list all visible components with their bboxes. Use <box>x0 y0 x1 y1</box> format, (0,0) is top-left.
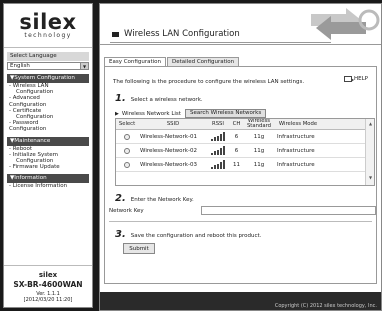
maintenance-group: ▼Maintenance - Reboot - Initialize Syste… <box>7 136 89 171</box>
col-ssid: SSID <box>166 120 180 127</box>
step-3-text: Save the configuration and reboot this p… <box>130 233 262 239</box>
ssid-cell: Wireless-Network-01 <box>140 133 197 140</box>
network-list-label: Wireless Network List <box>121 110 181 117</box>
step-3: 3. Save the configuration and reboot thi… <box>115 229 261 240</box>
network-table-header: Select SSID RSSI CH Wireless Standard Wi… <box>116 119 374 130</box>
step-2: 2. Enter the Network Key. <box>115 193 194 204</box>
submit-button[interactable]: Submit <box>123 243 155 254</box>
easy-config-panel: The following is the procedure to config… <box>104 66 377 284</box>
mode-cell: Infrastructure <box>277 147 315 154</box>
page-title: Wireless LAN Configuration <box>112 29 240 39</box>
firmware-version: Ver. 1.1.1 [2012/03/20 11:20] <box>4 291 92 303</box>
scroll-down-icon[interactable]: ▼ <box>366 173 374 181</box>
table-row[interactable]: Wireless-Network-01 6 11g Infrastructure <box>116 130 374 144</box>
network-key-label: Network Key <box>109 208 144 214</box>
table-row[interactable]: Wireless-Network-03 11 11g Infrastructur… <box>116 158 374 172</box>
language-label: Select Language <box>7 52 89 61</box>
channel-cell: 6 <box>234 133 239 140</box>
step-1-number: 1. <box>115 93 126 104</box>
help-icon[interactable] <box>344 76 354 82</box>
channel-cell: 11 <box>233 161 240 168</box>
system-config-group: ▼System Configuration - Wireless LAN Con… <box>7 74 89 133</box>
mode-cell: Infrastructure <box>277 133 315 140</box>
network-list-toolbar: ▶ Wireless Network List Search Wireless … <box>115 109 267 118</box>
footer: Copyright (C) 2012 silex technology, Inc… <box>100 292 381 310</box>
language-group: Select Language English ▼ <box>7 52 89 70</box>
network-table: Select SSID RSSI CH Wireless Standard Wi… <box>115 118 375 186</box>
step-2-text: Enter the Network Key. <box>130 197 194 203</box>
ssid-cell: Wireless-Network-02 <box>140 147 197 154</box>
copyright-text: Copyright (C) 2012 silex technology, Inc… <box>274 303 377 309</box>
chevron-down-icon[interactable]: ▼ <box>81 62 89 70</box>
search-networks-button[interactable]: Search Wireless Networks <box>184 109 267 118</box>
section-divider <box>109 221 372 222</box>
information-header[interactable]: ▼Information <box>7 174 89 184</box>
network-radio[interactable] <box>124 133 130 140</box>
page-title-text: Wireless LAN Configuration <box>124 29 240 39</box>
mode-cell: Infrastructure <box>277 161 315 168</box>
title-bullet-icon <box>114 31 119 37</box>
model-name: SX-BR-4600WAN <box>13 280 83 289</box>
step-1: 1. Select a wireless network. <box>115 93 203 104</box>
step-1-text: Select a wireless network. <box>130 97 203 103</box>
model-info: silex SX-BR-4600WAN Ver. 1.1.1 [2012/03/… <box>4 265 92 307</box>
language-select-value[interactable]: English <box>7 62 81 70</box>
signal-strength-icon <box>210 132 226 141</box>
scroll-up-icon[interactable]: ▲ <box>366 119 374 127</box>
network-key-input[interactable] <box>201 206 376 215</box>
sidebar: silex technology Select Language English… <box>3 3 93 308</box>
maintenance-header[interactable]: ▼Maintenance <box>7 136 89 146</box>
version-line2: [2012/03/20 11:20] <box>23 296 73 303</box>
help-link[interactable]: HELP <box>344 76 368 82</box>
table-scrollbar[interactable]: ▲ ▼ <box>365 119 374 185</box>
information-group: ▼Information - License Information <box>7 174 89 189</box>
col-standard: Wireless Standard <box>246 118 272 129</box>
system-config-header[interactable]: ▼System Configuration <box>7 74 89 83</box>
col-select: Select <box>118 120 136 127</box>
main-panel: Wireless LAN Configuration Easy Configur… <box>99 3 382 311</box>
network-radio[interactable] <box>124 147 130 154</box>
logo-word: silex <box>19 10 77 34</box>
logo-tagline: technology <box>24 32 72 39</box>
signal-strength-icon <box>210 146 226 155</box>
sidebar-item-firmware[interactable]: - Firmware Update <box>7 164 89 170</box>
network-radio[interactable] <box>124 161 130 168</box>
model-brand: silex <box>38 271 58 279</box>
standard-cell: 11g <box>253 161 265 168</box>
table-row[interactable]: Wireless-Network-02 6 11g Infrastructure <box>116 144 374 158</box>
banner-arrows-graphic <box>311 8 380 40</box>
triangle-right-icon: ▶ <box>115 110 119 117</box>
col-ch: CH <box>232 120 241 127</box>
ssid-cell: Wireless-Network-03 <box>140 161 197 168</box>
signal-strength-icon <box>210 160 226 169</box>
language-select[interactable]: English ▼ <box>7 62 89 70</box>
standard-cell: 11g <box>253 147 265 154</box>
page-banner: Wireless LAN Configuration <box>100 4 381 45</box>
help-label[interactable]: HELP <box>354 76 368 82</box>
col-mode: Wireless Mode <box>278 120 318 127</box>
silex-logo: silex technology <box>4 4 92 48</box>
step-2-number: 2. <box>115 193 126 204</box>
intro-text: The following is the procedure to config… <box>113 79 305 85</box>
step-3-number: 3. <box>115 229 126 240</box>
sidebar-item-license[interactable]: - License Information <box>7 183 89 189</box>
channel-cell: 6 <box>234 147 239 154</box>
col-rssi: RSSI <box>212 120 224 127</box>
standard-cell: 11g <box>253 133 265 140</box>
sidebar-item-password-cont[interactable]: Configuration <box>7 126 89 132</box>
